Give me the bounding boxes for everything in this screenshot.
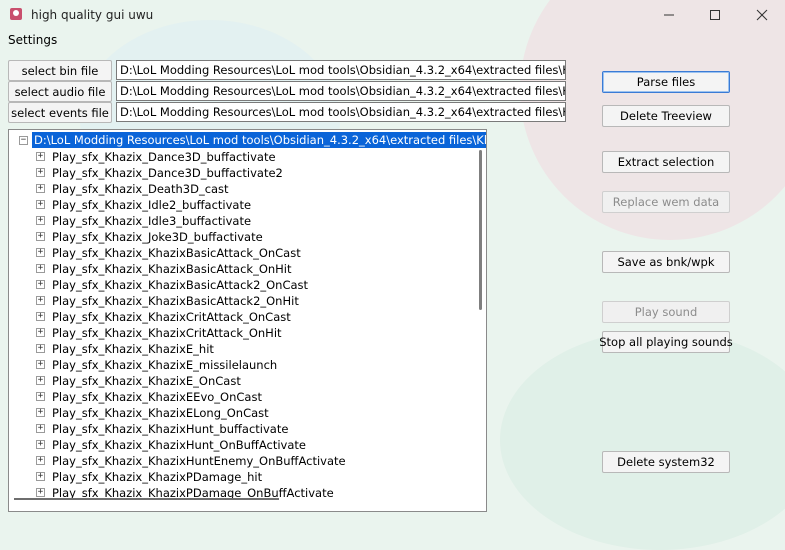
tree-item-label: Play_sfx_Khazix_KhazixCritAttack_OnCast	[52, 310, 291, 324]
events-file-path-field[interactable]: D:\LoL Modding Resources\LoL mod tools\O…	[116, 102, 566, 122]
tree-item[interactable]: + Play_sfx_Khazix_KhazixELong_OnCast	[9, 405, 479, 421]
tree-item-label: Play_sfx_Khazix_Idle2_buffactivate	[52, 198, 252, 212]
tree-root-label: D:\LoL Modding Resources\LoL mod tools\O…	[32, 132, 486, 148]
tree-item-label: Play_sfx_Khazix_KhazixCritAttack_OnHit	[52, 326, 282, 340]
tree-item[interactable]: + Play_sfx_Khazix_KhazixBasicAttack_OnCas…	[9, 245, 479, 261]
tree-item-label: Play_sfx_Khazix_KhazixE_OnCast	[52, 374, 241, 388]
wallpaper-shape	[500, 330, 785, 550]
tree-item[interactable]: + Play_sfx_Khazix_Idle2_buffactivate	[9, 197, 479, 213]
bin-file-path-field[interactable]: D:\LoL Modding Resources\LoL mod tools\O…	[116, 60, 566, 80]
expand-icon[interactable]: +	[36, 184, 45, 193]
tree-item[interactable]: + Play_sfx_Khazix_Dance3D_buffactivate	[9, 149, 479, 165]
minimize-icon	[664, 14, 674, 16]
menu-bar: Settings	[0, 31, 785, 51]
delete-system32-button[interactable]: Delete system32	[602, 451, 730, 473]
tree-item-list: + Play_sfx_Khazix_Dance3D_buffactivate + Pl…	[9, 149, 479, 501]
expand-icon[interactable]: +	[36, 392, 45, 401]
tree-item-label: Play_sfx_Khazix_Dance3D_buffactivate	[52, 150, 276, 164]
tree-item-label: Play_sfx_Khazix_KhazixHuntEnemy_OnBuffAc…	[52, 454, 346, 468]
parse-files-button[interactable]: Parse files	[602, 71, 730, 93]
tree-item[interactable]: + Play_sfx_Khazix_KhazixBasicAttack2_OnHi…	[9, 293, 479, 309]
expand-icon[interactable]: +	[36, 344, 45, 353]
tree-item-label: Play_sfx_Khazix_KhazixEEvo_OnCast	[52, 390, 262, 404]
expand-icon[interactable]: +	[36, 264, 45, 273]
minimize-button[interactable]	[646, 0, 692, 30]
tree-item[interactable]: + Play_sfx_Khazix_Death3D_cast	[9, 181, 479, 197]
tree-item[interactable]: + Play_sfx_Khazix_KhazixE_OnCast	[9, 373, 479, 389]
tree-item-label: Play_sfx_Khazix_Death3D_cast	[52, 182, 229, 196]
tree-item-label: Play_sfx_Khazix_KhazixELong_OnCast	[52, 406, 269, 420]
tree-item-label: Play_sfx_Khazix_KhazixPDamage_hit	[52, 470, 263, 484]
tree-item-label: Play_sfx_Khazix_KhazixE_missilelaunch	[52, 358, 278, 372]
select-audio-file-button[interactable]: select audio file	[8, 81, 112, 102]
app-icon	[8, 6, 24, 22]
tree-item[interactable]: + Play_sfx_Khazix_KhazixHunt_buffactivate	[9, 421, 479, 437]
tree-item-label: Play_sfx_Khazix_Idle3_buffactivate	[52, 214, 252, 228]
play-sound-button[interactable]: Play sound	[602, 301, 730, 323]
expand-icon[interactable]: +	[36, 312, 45, 321]
audio-file-path-field[interactable]: D:\LoL Modding Resources\LoL mod tools\O…	[116, 81, 566, 101]
select-bin-file-button[interactable]: select bin file	[8, 60, 112, 81]
tree-item[interactable]: + Play_sfx_Khazix_KhazixCritAttack_OnCast	[9, 309, 479, 325]
stop-all-sounds-button[interactable]: Stop all playing sounds	[599, 331, 733, 353]
collapse-icon[interactable]: −	[19, 136, 28, 145]
tree-item-label: Play_sfx_Khazix_KhazixBasicAttack_OnHit	[52, 262, 292, 276]
tree-item[interactable]: + Play_sfx_Khazix_Joke3D_buffactivate	[9, 229, 479, 245]
vertical-scrollbar[interactable]	[479, 150, 482, 310]
tree-item[interactable]: + Play_sfx_Khazix_KhazixBasicAttack2_OnCa…	[9, 277, 479, 293]
window-title: high quality gui uwu	[31, 8, 154, 22]
expand-icon[interactable]: +	[36, 328, 45, 337]
maximize-button[interactable]	[692, 0, 738, 30]
expand-icon[interactable]: +	[36, 360, 45, 369]
tree-item-label: Play_sfx_Khazix_KhazixHunt_buffactivate	[52, 422, 289, 436]
tree-item[interactable]: + Play_sfx_Khazix_KhazixCritAttack_OnHit	[9, 325, 479, 341]
expand-icon[interactable]: +	[36, 440, 45, 449]
tree-item[interactable]: + Play_sfx_Khazix_KhazixE_missilelaunch	[9, 357, 479, 373]
delete-treeview-button[interactable]: Delete Treeview	[602, 105, 730, 127]
tree-item-label: Play_sfx_Khazix_KhazixBasicAttack_OnCast	[52, 246, 301, 260]
expand-icon[interactable]: +	[36, 216, 45, 225]
title-bar: high quality gui uwu	[0, 0, 785, 30]
tree-item-label: Play_sfx_Khazix_KhazixBasicAttack2_OnCas…	[52, 278, 309, 292]
expand-icon[interactable]: +	[36, 408, 45, 417]
tree-item[interactable]: + Play_sfx_Khazix_Dance3D_buffactivate2	[9, 165, 479, 181]
expand-icon[interactable]: +	[36, 424, 45, 433]
expand-icon[interactable]: +	[36, 456, 45, 465]
tree-item-label: Play_sfx_Khazix_Joke3D_buffactivate	[52, 230, 263, 244]
extract-selection-button[interactable]: Extract selection	[602, 151, 730, 173]
tree-item[interactable]: + Play_sfx_Khazix_KhazixPDamage_hit	[9, 469, 479, 485]
horizontal-scrollbar[interactable]	[14, 498, 279, 500]
tree-item-label: Play_sfx_Khazix_Dance3D_buffactivate2	[52, 166, 283, 180]
expand-icon[interactable]: +	[36, 248, 45, 257]
close-button[interactable]	[739, 0, 785, 30]
tree-item[interactable]: + Play_sfx_Khazix_KhazixBasicAttack_OnHit	[9, 261, 479, 277]
tree-item-label: Play_sfx_Khazix_KhazixE_hit	[52, 342, 214, 356]
expand-icon[interactable]: +	[36, 376, 45, 385]
tree-item[interactable]: + Play_sfx_Khazix_KhazixE_hit	[9, 341, 479, 357]
expand-icon[interactable]: +	[36, 232, 45, 241]
tree-item[interactable]: + Play_sfx_Khazix_Idle3_buffactivate	[9, 213, 479, 229]
expand-icon[interactable]: +	[36, 280, 45, 289]
expand-icon[interactable]: +	[36, 200, 45, 209]
select-events-file-button[interactable]: select events file	[8, 102, 112, 123]
maximize-icon	[710, 10, 720, 20]
expand-icon[interactable]: +	[36, 168, 45, 177]
tree-item[interactable]: + Play_sfx_Khazix_KhazixHuntEnemy_OnBuffA…	[9, 453, 479, 469]
save-bnk-wpk-button[interactable]: Save as bnk/wpk	[602, 251, 730, 273]
menu-settings[interactable]: Settings	[8, 33, 57, 47]
expand-icon[interactable]: +	[36, 296, 45, 305]
tree-item-label: Play_sfx_Khazix_KhazixHunt_OnBuffActivat…	[52, 438, 306, 452]
sound-events-treeview[interactable]: − D:\LoL Modding Resources\LoL mod tools…	[8, 129, 487, 512]
replace-wem-data-button[interactable]: Replace wem data	[602, 191, 730, 213]
expand-icon[interactable]: +	[36, 152, 45, 161]
tree-item[interactable]: + Play_sfx_Khazix_KhazixHunt_OnBuffActiva…	[9, 437, 479, 453]
tree-item[interactable]: + Play_sfx_Khazix_KhazixEEvo_OnCast	[9, 389, 479, 405]
close-icon	[756, 9, 768, 21]
tree-item-label: Play_sfx_Khazix_KhazixBasicAttack2_OnHit	[52, 294, 299, 308]
expand-icon[interactable]: +	[36, 488, 45, 497]
expand-icon[interactable]: +	[36, 472, 45, 481]
